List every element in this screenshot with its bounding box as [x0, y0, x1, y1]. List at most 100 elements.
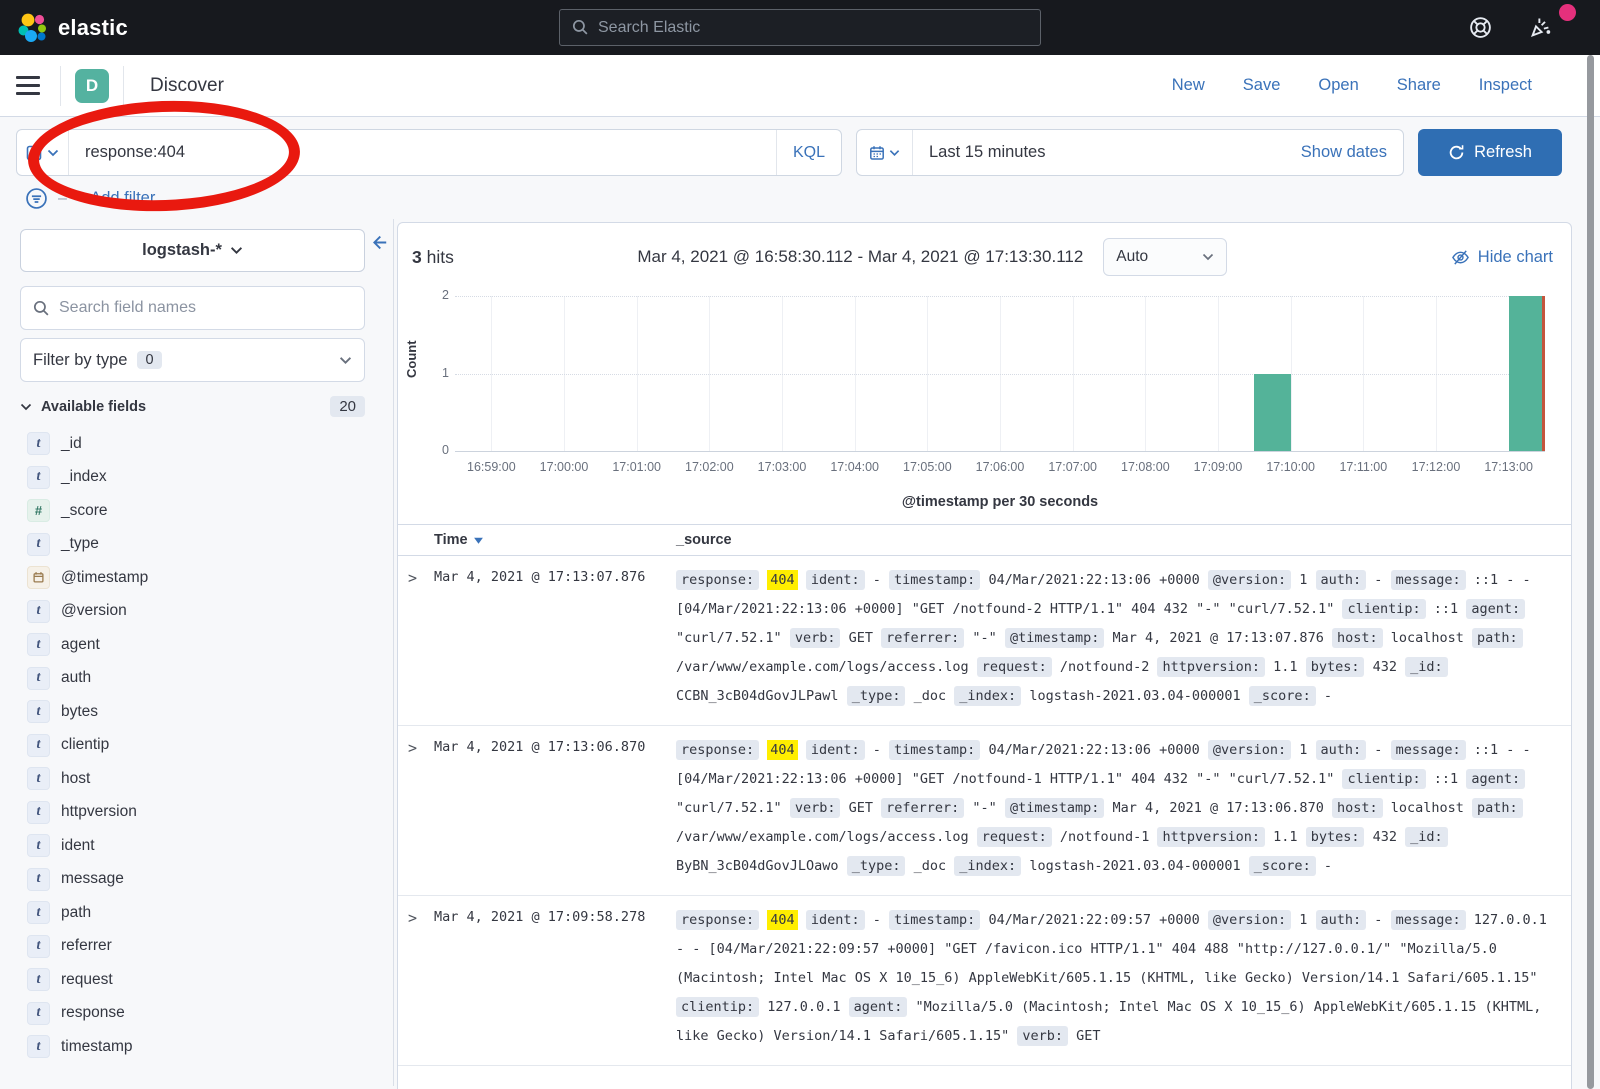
x-tick-label: 17:04:00: [830, 460, 879, 474]
field-value: GET: [1076, 1028, 1100, 1044]
search-icon: [33, 300, 50, 317]
string-field-icon: t: [27, 1002, 50, 1025]
query-input[interactable]: [69, 143, 776, 162]
field-value: Mar 4, 2021 @ 17:13:07.876: [1113, 630, 1324, 646]
help-icon[interactable]: [1468, 15, 1493, 40]
field-item-_type[interactable]: t_type: [20, 528, 365, 562]
global-search-input[interactable]: [598, 19, 1028, 37]
field-value: GET: [849, 630, 873, 646]
elastic-brand[interactable]: elastic: [18, 13, 128, 43]
string-field-icon: t: [27, 533, 50, 556]
type-filter-count-badge: 0: [137, 351, 161, 369]
share-button[interactable]: Share: [1397, 76, 1441, 95]
field-name: path: [61, 904, 91, 922]
field-item-path[interactable]: tpath: [20, 896, 365, 930]
inspect-button[interactable]: Inspect: [1479, 76, 1532, 95]
show-dates-button[interactable]: Show dates: [1285, 143, 1403, 162]
histogram-bar-17:13:00[interactable]: [1509, 296, 1545, 451]
field-name: _index: [61, 468, 107, 486]
field-item-_score[interactable]: #_score: [20, 494, 365, 528]
field-value: "-": [972, 800, 996, 816]
global-search[interactable]: [559, 9, 1041, 46]
available-fields-header[interactable]: Available fields 20: [20, 396, 365, 417]
field-item-bytes[interactable]: tbytes: [20, 695, 365, 729]
open-button[interactable]: Open: [1318, 76, 1358, 95]
interval-select[interactable]: Auto: [1103, 238, 1227, 276]
filter-by-type-select[interactable]: Filter by type 0: [20, 338, 365, 382]
expand-row-icon[interactable]: >: [408, 566, 434, 711]
field-badge: path:: [1472, 798, 1523, 818]
field-item-host[interactable]: thost: [20, 762, 365, 796]
row-source: response: 404 ident: - timestamp: 04/Mar…: [676, 566, 1555, 711]
field-item-_index[interactable]: t _index: [20, 461, 365, 495]
field-item-timestamp[interactable]: ttimestamp: [20, 1030, 365, 1064]
field-name: _score: [61, 502, 108, 520]
saved-query-menu-button[interactable]: [17, 130, 69, 175]
filter-list-icon[interactable]: [25, 187, 48, 210]
field-value: 432: [1373, 659, 1397, 675]
available-fields-count-badge: 20: [330, 396, 365, 417]
expand-row-icon[interactable]: >: [408, 736, 434, 881]
date-quick-select-button[interactable]: [857, 130, 913, 175]
add-filter-button[interactable]: + Add filter: [77, 189, 155, 208]
field-value: "-": [972, 630, 996, 646]
x-tick-label: 17:02:00: [685, 460, 734, 474]
field-badge: agent:: [1466, 599, 1525, 619]
x-tick-label: 16:59:00: [467, 460, 516, 474]
field-badge: message:: [1391, 740, 1466, 760]
refresh-button[interactable]: Refresh: [1418, 129, 1562, 176]
field-item-response[interactable]: tresponse: [20, 997, 365, 1031]
save-button[interactable]: Save: [1243, 76, 1281, 95]
field-item-request[interactable]: trequest: [20, 963, 365, 997]
date-field-icon: [27, 566, 50, 589]
field-item-auth[interactable]: tauth: [20, 662, 365, 696]
row-source: response: 404 ident: - timestamp: 04/Mar…: [676, 906, 1555, 1051]
histogram-bar-17:09:30[interactable]: [1254, 374, 1290, 452]
x-tick-label: 17:06:00: [976, 460, 1025, 474]
time-column-header[interactable]: Time: [408, 532, 676, 548]
hide-chart-button[interactable]: Hide chart: [1451, 248, 1553, 267]
field-name: host: [61, 770, 90, 788]
field-item-referrer[interactable]: treferrer: [20, 930, 365, 964]
field-item-@version[interactable]: t@version: [20, 595, 365, 629]
string-field-icon: t: [27, 466, 50, 489]
field-badge: timestamp:: [889, 570, 980, 590]
menu-icon[interactable]: [16, 72, 46, 99]
field-item-@timestamp[interactable]: @timestamp: [20, 561, 365, 595]
highlighted-value: 404: [767, 570, 797, 590]
field-value: Mar 4, 2021 @ 17:13:06.870: [1113, 800, 1324, 816]
row-timestamp: Mar 4, 2021 @ 17:13:07.876: [434, 566, 676, 711]
field-badge: response:: [676, 910, 759, 930]
field-name: _id: [61, 435, 82, 453]
news-feed-icon[interactable]: [1527, 14, 1554, 41]
field-value: 04/Mar/2021:22:09:57 +0000: [988, 912, 1199, 928]
string-field-icon: t: [27, 734, 50, 757]
y-axis-label: Count: [404, 340, 419, 378]
time-range-value[interactable]: Last 15 minutes: [913, 143, 1285, 162]
field-value: /notfound-1: [1060, 829, 1149, 845]
discover-app-badge[interactable]: D: [75, 69, 109, 103]
expand-row-icon[interactable]: >: [408, 906, 434, 1051]
scrollbar[interactable]: [1587, 55, 1594, 1089]
field-value: /var/www/example.com/logs/access.log: [676, 829, 969, 845]
new-button[interactable]: New: [1172, 76, 1205, 95]
field-value: GET: [849, 800, 873, 816]
query-language-button[interactable]: KQL: [776, 130, 841, 175]
field-item-httpversion[interactable]: thttpversion: [20, 796, 365, 830]
y-tick-label: 2: [429, 288, 449, 302]
x-tick-label: 17:00:00: [540, 460, 589, 474]
collapse-sidebar-icon[interactable]: [369, 233, 388, 257]
highlighted-value: 404: [767, 910, 797, 930]
field-value: logstash-2021.03.04-000001: [1029, 688, 1240, 704]
chevron-down-icon: [889, 149, 900, 157]
field-item-clientip[interactable]: tclientip: [20, 729, 365, 763]
field-item-message[interactable]: tmessage: [20, 863, 365, 897]
field-item-agent[interactable]: tagent: [20, 628, 365, 662]
index-pattern-select[interactable]: logstash-*: [20, 229, 365, 272]
field-search-input[interactable]: [59, 299, 352, 317]
field-badge: auth:: [1316, 740, 1367, 760]
field-item-_id[interactable]: t_id: [20, 427, 365, 461]
histogram-chart: Count 012 16:59:0017:00:0017:01:0017:02:…: [398, 282, 1571, 524]
field-item-ident[interactable]: tident: [20, 829, 365, 863]
x-tick-label: 17:03:00: [758, 460, 807, 474]
